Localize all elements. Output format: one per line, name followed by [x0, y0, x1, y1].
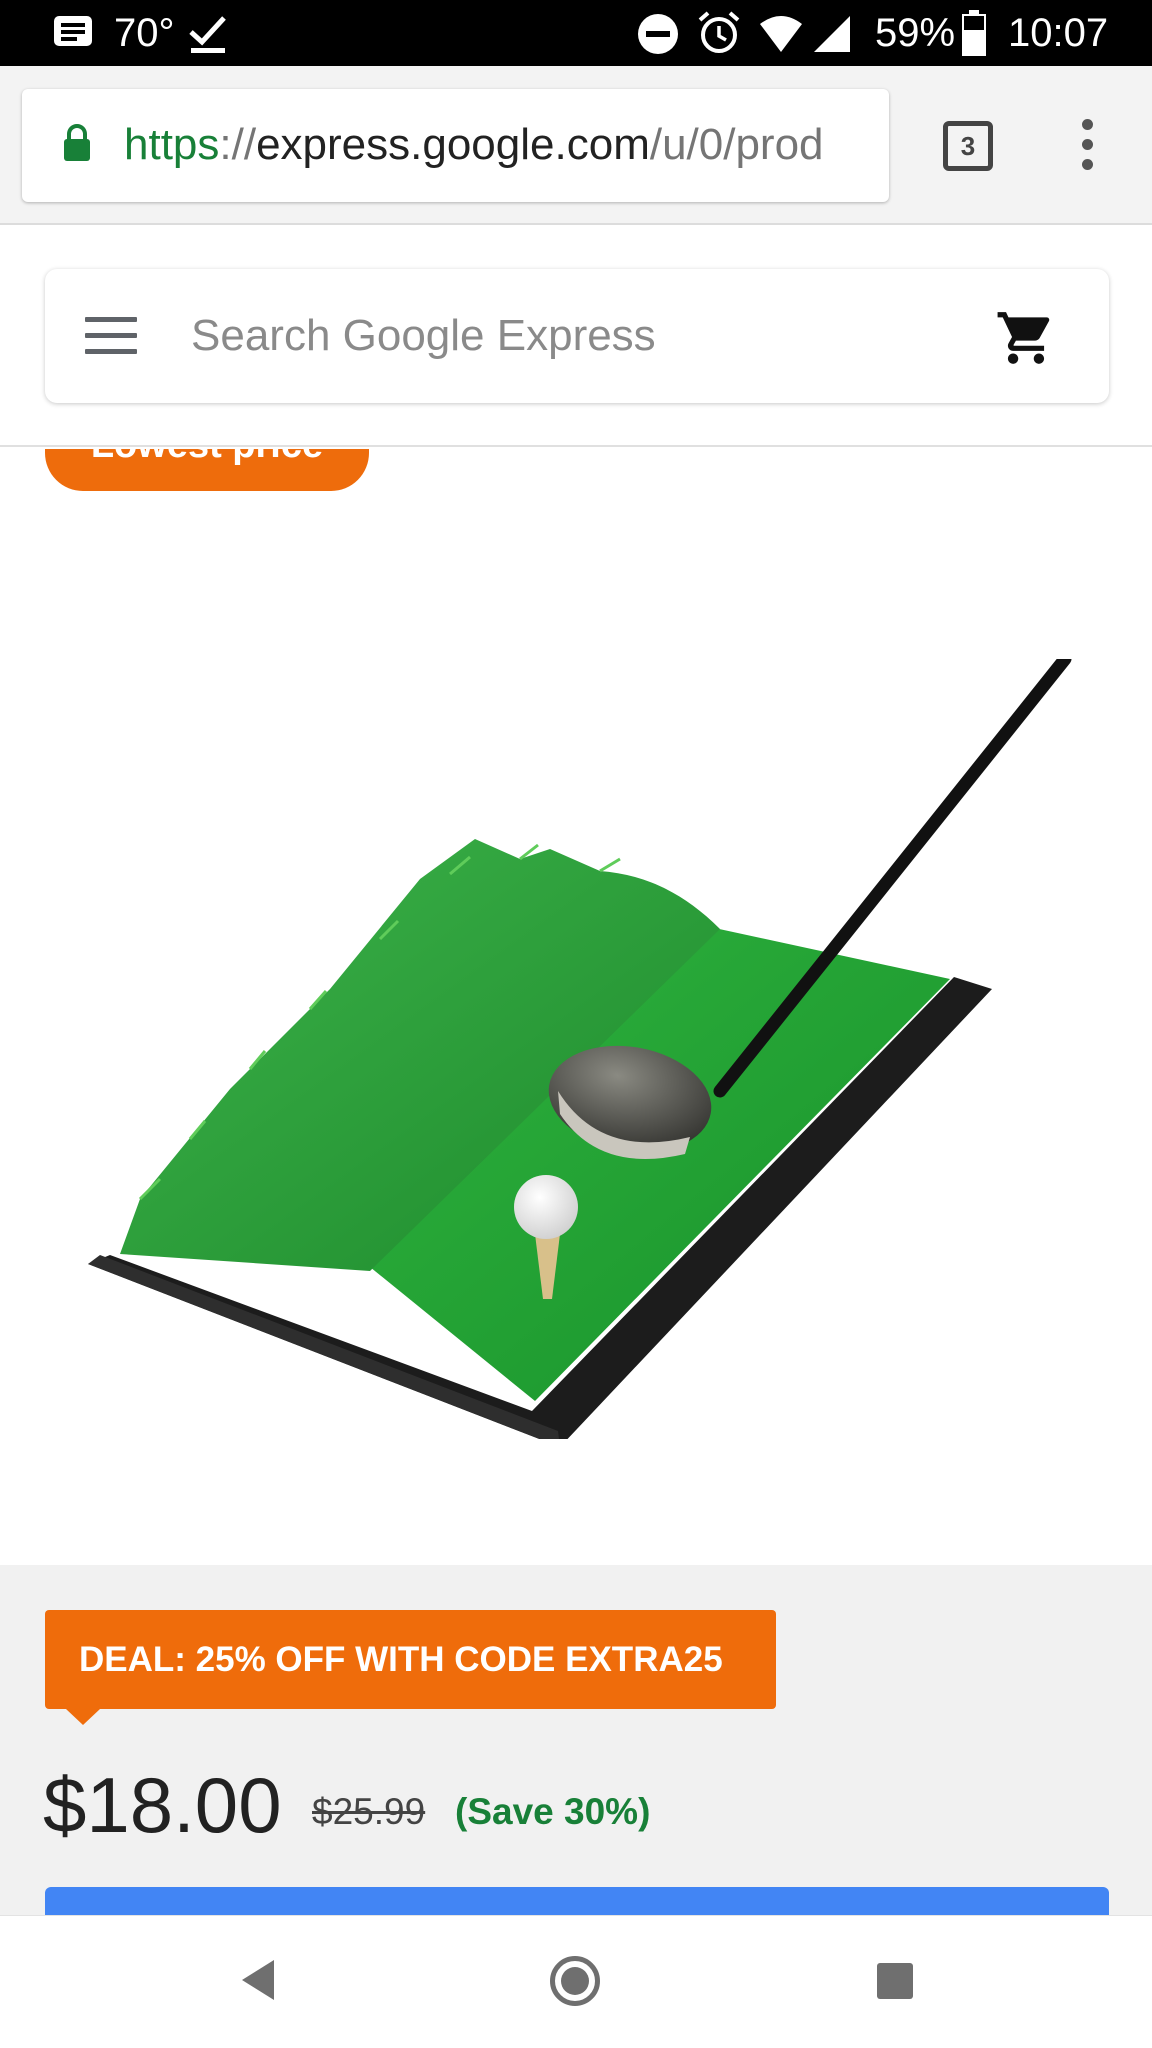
url-path: /u/0/prod [649, 120, 824, 169]
price-section: DEAL: 25% OFF WITH CODE EXTRA25 $18.00 $… [0, 1565, 1152, 1915]
temperature-text: 70° [114, 11, 175, 55]
deal-banner: DEAL: 25% OFF WITH CODE EXTRA25 [45, 1610, 776, 1709]
url-text: https://express.google.com/u/0/prod [124, 119, 824, 171]
url-host: express.google.com [256, 120, 650, 169]
recent-apps-icon[interactable] [877, 1963, 913, 1999]
clock-text: 10:07 [1008, 11, 1109, 55]
app-header: Search Google Express [0, 227, 1152, 447]
lowest-price-badge: Lowest price [45, 449, 369, 491]
browser-toolbar: https://express.google.com/u/0/prod 3 [0, 66, 1152, 225]
wifi-icon [760, 16, 802, 52]
deal-banner-pointer [66, 1709, 100, 1725]
battery-icon [962, 10, 986, 56]
url-scheme: https [124, 120, 220, 169]
check-icon [189, 16, 226, 53]
original-price: $25.99 [312, 1791, 426, 1832]
url-separator: :// [219, 120, 257, 169]
search-input[interactable]: Search Google Express [191, 309, 656, 363]
add-to-cart-button[interactable] [45, 1887, 1109, 1915]
address-bar[interactable]: https://express.google.com/u/0/prod [22, 89, 889, 202]
savings-text: (Save 30%) [455, 1791, 651, 1832]
back-icon[interactable] [242, 1960, 274, 2000]
tab-switcher-button[interactable]: 3 [943, 121, 993, 171]
search-bar[interactable]: Search Google Express [45, 269, 1109, 403]
system-nav-bar [0, 1915, 1152, 2048]
menu-icon[interactable] [85, 317, 137, 355]
browser-menu-icon[interactable] [1075, 119, 1099, 175]
lock-icon [64, 124, 90, 161]
status-bar: 70° 59% 10:07 [0, 0, 1152, 66]
do-not-disturb-icon [638, 14, 678, 54]
cart-icon[interactable] [995, 307, 1057, 369]
battery-percent-text: 59% [875, 11, 956, 55]
home-icon[interactable] [550, 1956, 600, 2006]
current-price: $18.00 [43, 1761, 282, 1849]
product-image[interactable] [80, 659, 1080, 1439]
alarm-icon [698, 11, 740, 53]
notification-icon [54, 16, 92, 46]
signal-icon [814, 16, 850, 52]
product-content: Lowest price [0, 449, 1152, 1565]
